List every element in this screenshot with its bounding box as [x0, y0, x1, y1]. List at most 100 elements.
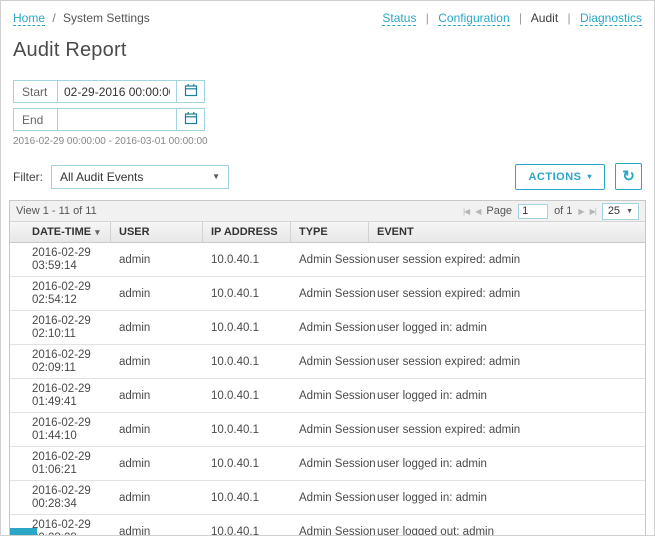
cell-date-time: 2016-02-29 02:54:12: [10, 281, 111, 307]
table-row[interactable]: 2016-02-29 02:54:12 admin 10.0.40.1 Admi…: [10, 277, 645, 311]
cell-user: admin: [111, 492, 203, 504]
cell-ip-address: 10.0.40.1: [203, 288, 291, 300]
column-header-user[interactable]: USER: [111, 222, 203, 242]
page-label: Page: [486, 205, 512, 217]
nav-separator: |: [568, 11, 571, 25]
cell-time: 01:06:21: [32, 464, 103, 477]
nav-link-status[interactable]: Status: [382, 11, 416, 26]
actions-button-label: ACTIONS: [528, 171, 581, 183]
cell-type: Admin Session: [291, 424, 369, 436]
filter-select-value: All Audit Events: [60, 170, 143, 184]
cell-ip-address: 10.0.40.1: [203, 424, 291, 436]
page-size-select[interactable]: 25 ▼: [602, 203, 639, 220]
cell-ip-address: 10.0.40.1: [203, 526, 291, 536]
cell-date: 2016-02-29: [32, 315, 103, 328]
filter-label: Filter:: [13, 170, 43, 184]
table-row[interactable]: 2016-02-29 01:06:21 admin 10.0.40.1 Admi…: [10, 447, 645, 481]
cell-date: 2016-02-29: [32, 451, 103, 464]
actions-button[interactable]: ACTIONS ▾: [515, 164, 605, 190]
table-row[interactable]: 2016-02-29 02:10:11 admin 10.0.40.1 Admi…: [10, 311, 645, 345]
cell-user: admin: [111, 458, 203, 470]
cell-type: Admin Session: [291, 254, 369, 266]
cell-ip-address: 10.0.40.1: [203, 356, 291, 368]
nav-link-configuration[interactable]: Configuration: [438, 11, 509, 26]
table-row[interactable]: 2016-02-29 03:59:14 admin 10.0.40.1 Admi…: [10, 243, 645, 277]
top-nav: Status | Configuration | Audit | Diagnos…: [382, 11, 642, 25]
cell-date: 2016-02-29: [32, 485, 103, 498]
cell-time: 02:10:11: [32, 328, 103, 341]
table-row[interactable]: 2016-02-29 02:09:11 admin 10.0.40.1 Admi…: [10, 345, 645, 379]
cell-date-time: 2016-02-29 00:28:34: [10, 485, 111, 511]
cell-type: Admin Session: [291, 526, 369, 536]
cell-date-time: 2016-02-29 01:06:21: [10, 451, 111, 477]
table-header-row: DATE-TIME ▾ USER IP ADDRESS TYPE EVENT: [10, 222, 645, 243]
end-date-label: End: [14, 109, 58, 130]
cell-event: user session expired: admin: [369, 356, 645, 368]
cell-event: user logged in: admin: [369, 458, 645, 470]
start-date-group: Start: [13, 80, 205, 103]
cell-date-time: 2016-02-29 01:44:10: [10, 417, 111, 443]
cell-user: admin: [111, 356, 203, 368]
cell-event: user session expired: admin: [369, 254, 645, 266]
table-row[interactable]: 2016-02-29 01:49:41 admin 10.0.40.1 Admi…: [10, 379, 645, 413]
first-page-icon[interactable]: |◀: [463, 207, 469, 216]
page-title: Audit Report: [1, 39, 654, 62]
cell-date: 2016-02-29: [32, 349, 103, 362]
filter-select[interactable]: All Audit Events ▼: [51, 165, 229, 189]
dropdown-arrow-icon: ▼: [212, 172, 220, 181]
cell-ip-address: 10.0.40.1: [203, 322, 291, 334]
filter-row: Filter: All Audit Events ▼ ACTIONS ▾ ↻: [13, 163, 642, 190]
cell-event: user logged in: admin: [369, 390, 645, 402]
prev-page-icon[interactable]: ◀: [475, 207, 480, 216]
view-range-text: View 1 - 11 of 11: [16, 205, 97, 217]
page-size-value: 25: [608, 205, 620, 217]
pagination: |◀ ◀ Page of 1 ▶ ▶| 25 ▼: [463, 203, 639, 220]
cell-time: 01:49:41: [32, 396, 103, 409]
cell-event: user session expired: admin: [369, 424, 645, 436]
top-bar: Home / System Settings Status | Configur…: [1, 1, 654, 25]
start-calendar-button[interactable]: [176, 81, 204, 102]
start-date-input[interactable]: [58, 81, 176, 102]
breadcrumb: Home / System Settings: [13, 11, 150, 25]
cell-date: 2016-02-29: [32, 247, 103, 260]
table-toolbar: View 1 - 11 of 11 |◀ ◀ Page of 1 ▶ ▶| 25…: [10, 201, 645, 222]
table-row[interactable]: 2016-02-29 00:28:34 admin 10.0.40.1 Admi…: [10, 481, 645, 515]
cell-ip-address: 10.0.40.1: [203, 492, 291, 504]
column-header-event[interactable]: EVENT: [369, 222, 645, 242]
nav-separator: |: [426, 11, 429, 25]
cell-time: 02:54:12: [32, 294, 103, 307]
cell-date: 2016-02-29: [32, 519, 103, 532]
cell-time: 02:09:11: [32, 362, 103, 375]
page-input[interactable]: [518, 204, 548, 219]
last-page-icon[interactable]: ▶|: [590, 207, 596, 216]
cell-user: admin: [111, 288, 203, 300]
breadcrumb-separator: /: [52, 11, 55, 25]
next-page-icon[interactable]: ▶: [578, 207, 583, 216]
cell-date-time: 2016-02-29 01:49:41: [10, 383, 111, 409]
end-date-input[interactable]: [58, 109, 176, 130]
page-of-text: of 1: [554, 205, 572, 217]
audit-table: View 1 - 11 of 11 |◀ ◀ Page of 1 ▶ ▶| 25…: [9, 200, 646, 536]
partial-row-highlight: [10, 528, 37, 535]
cell-user: admin: [111, 424, 203, 436]
start-date-label: Start: [14, 81, 58, 102]
table-row[interactable]: 2016-02-29 00:28:28 admin 10.0.40.1 Admi…: [10, 515, 645, 536]
column-header-date-time[interactable]: DATE-TIME ▾: [10, 222, 111, 242]
cell-type: Admin Session: [291, 322, 369, 334]
nav-separator: |: [519, 11, 522, 25]
chevron-down-icon: ▾: [587, 172, 592, 181]
column-header-ip-address[interactable]: IP ADDRESS: [203, 222, 291, 242]
cell-date-time: 2016-02-29 02:09:11: [10, 349, 111, 375]
cell-date: 2016-02-29: [32, 281, 103, 294]
nav-item-audit-current[interactable]: Audit: [531, 11, 558, 25]
calendar-icon: [184, 111, 198, 128]
cell-date-time: 2016-02-29 03:59:14: [10, 247, 111, 273]
refresh-button[interactable]: ↻: [615, 163, 642, 190]
column-header-type[interactable]: TYPE: [291, 222, 369, 242]
end-calendar-button[interactable]: [176, 109, 204, 130]
table-row[interactable]: 2016-02-29 01:44:10 admin 10.0.40.1 Admi…: [10, 413, 645, 447]
breadcrumb-home-link[interactable]: Home: [13, 11, 45, 26]
nav-link-diagnostics[interactable]: Diagnostics: [580, 11, 642, 26]
cell-user: admin: [111, 322, 203, 334]
cell-event: user logged in: admin: [369, 492, 645, 504]
